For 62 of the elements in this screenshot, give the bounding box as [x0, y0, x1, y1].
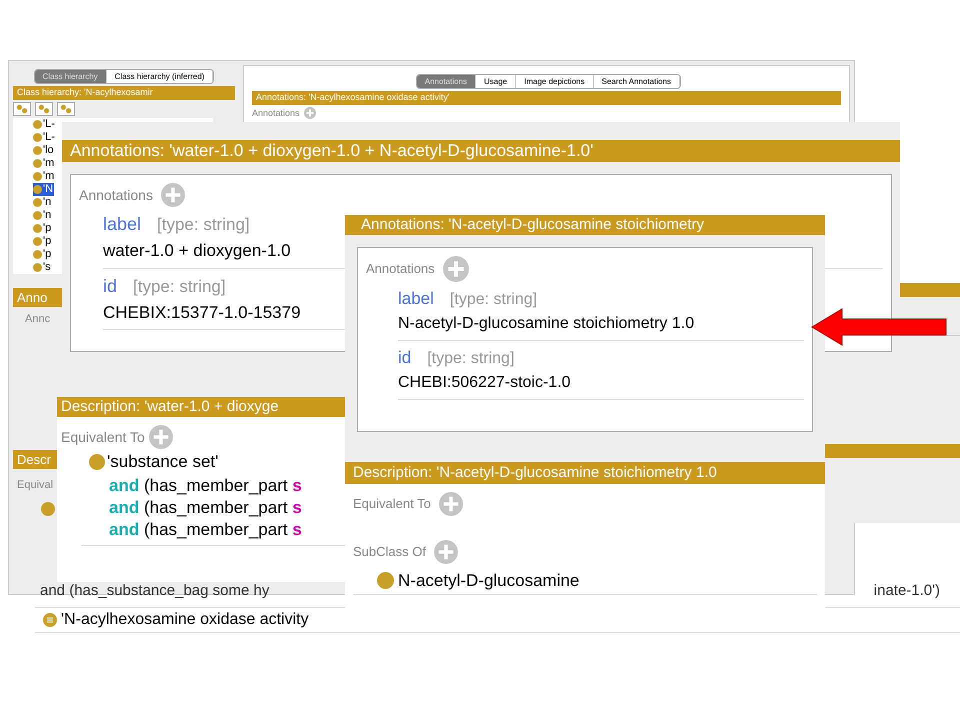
property-value: water-1.0 + dioxygen-1.0 — [103, 240, 291, 262]
property-type: [type: string] — [427, 349, 514, 369]
section-label: Annotations — [366, 260, 435, 278]
class-expression: and (has_substance_bag some hy — [40, 581, 270, 601]
panel-header: Description: 'N-acetyl-D-glucosamine stoichiometry 1.0 — [345, 462, 825, 484]
panel-header: Anno — [13, 288, 63, 307]
property-type: [type: string] — [450, 290, 538, 310]
toolbar-icon[interactable] — [35, 102, 53, 116]
class-expression: and (has_member_part s — [109, 474, 303, 496]
tree-item[interactable]: 'p — [33, 248, 52, 260]
panel-header: Annotations: 'water-1.0 + dioxygen-1.0 + N-acetyl-D-glucosamine-1.0' — [62, 140, 900, 162]
tree-item[interactable]: 'N — [33, 182, 54, 196]
toolbar-icon[interactable] — [13, 102, 31, 116]
add-icon[interactable] — [160, 183, 185, 207]
section-label: SubClass Of — [353, 543, 426, 562]
tree-item[interactable]: 'L- — [33, 130, 56, 144]
section-label: Equivalent To — [353, 495, 431, 514]
panel-header: Class hierarchy: 'N-acylhexosamir — [13, 86, 235, 100]
tree-item[interactable]: 'lo — [33, 144, 55, 156]
tree-item[interactable]: 'n — [33, 196, 52, 208]
panel-header: Description: 'water-1.0 + dioxyge — [57, 397, 347, 417]
add-icon[interactable] — [442, 256, 469, 282]
panel-header: Annotations: 'N-acetyl-D-glucosamine stoichiometry — [345, 215, 825, 235]
tree-item[interactable]: 'n — [33, 208, 52, 222]
property-type: [type: string] — [133, 276, 226, 298]
section-label: Annotations — [79, 186, 153, 204]
class-name: 'N-acylhexosamine oxidase activity — [61, 610, 309, 630]
class-name: 'substance set' — [107, 451, 218, 473]
add-icon[interactable] — [438, 492, 463, 516]
property-name: id — [103, 274, 118, 298]
tree-item[interactable]: 'p — [33, 222, 52, 234]
property-value: CHEBIX:15377-1.0-15379 — [103, 302, 301, 324]
class-icon — [377, 572, 394, 590]
tree-item[interactable]: 's — [33, 260, 52, 274]
class-name: N-acetyl-D-glucosamine — [398, 570, 580, 592]
tree-item[interactable]: 'm — [33, 156, 56, 170]
section-label: Equival — [16, 478, 54, 493]
property-name: label — [398, 288, 434, 310]
property-type: [type: string] — [157, 214, 250, 236]
add-icon[interactable] — [148, 425, 173, 449]
tree-item[interactable]: 'm — [33, 170, 56, 182]
tree-item[interactable]: 'L- — [33, 118, 56, 130]
class-icon — [41, 502, 55, 516]
class-icon — [89, 454, 105, 470]
tree-item[interactable]: 'p — [33, 234, 52, 248]
property-value: N-acetyl-D-glucosamine stoichiometry 1.0 — [398, 314, 694, 334]
class-expression: inate-1.0') — [874, 581, 940, 601]
section-label: Annc — [24, 312, 50, 327]
arrow-icon — [810, 307, 948, 347]
section-label: Equivalent To — [61, 428, 145, 447]
section-label: Annotations — [252, 106, 300, 120]
class-icon — [43, 613, 57, 627]
property-value: CHEBI:506227-stoic-1.0 — [398, 373, 571, 393]
property-name: id — [398, 347, 412, 369]
class-expression: and (has_member_part s — [109, 518, 303, 540]
tab[interactable]: Class hierarchy (inferred) — [106, 70, 214, 83]
add-icon[interactable] — [434, 540, 458, 564]
class-expression: and (has_member_part s — [109, 496, 303, 518]
toolbar-icon[interactable] — [57, 102, 75, 116]
property-name: label — [103, 213, 142, 236]
panel-header: Annotations: 'N-acylhexosamine oxidase activity' — [252, 91, 841, 104]
add-icon[interactable] — [304, 107, 316, 120]
